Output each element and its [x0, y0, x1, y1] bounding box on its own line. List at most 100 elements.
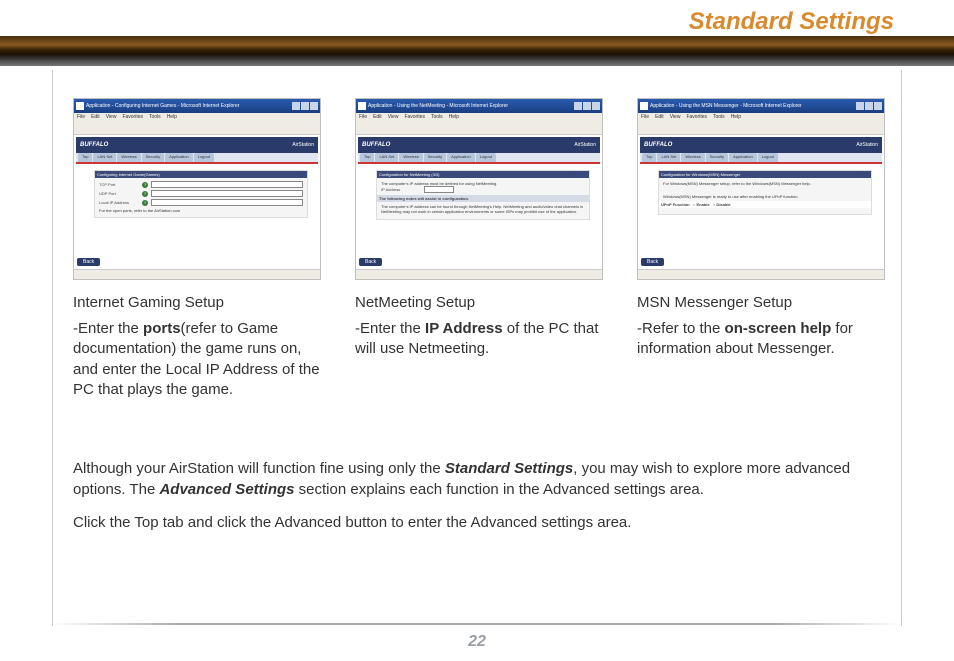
menu-item: File: [359, 114, 367, 122]
desc-text: -Enter the: [73, 320, 143, 337]
tab: Logout: [194, 153, 214, 162]
content-frame: Application - Configuring Internet Games…: [52, 70, 902, 626]
para-bold-italic: Advanced Settings: [159, 481, 294, 498]
column-title: NetMeeting Setup: [355, 294, 603, 311]
paragraph-1: Although your AirStation will function f…: [73, 458, 881, 500]
brand-left: BUFFALO: [80, 142, 108, 148]
tab: Application: [729, 153, 757, 162]
tab: Security: [706, 153, 728, 162]
para-bold-italic: Standard Settings: [445, 460, 573, 477]
config-panel: Configuration for NetMeeting (3/3) The c…: [376, 170, 590, 220]
column-description: -Enter the IP Address of the PC that wil…: [355, 319, 603, 360]
panel-heading: Configuration for Windows(MSN) Messenger: [659, 171, 871, 178]
close-icon: [874, 102, 882, 110]
column-msn-messenger: Application - Using the MSN Messenger - …: [637, 98, 885, 400]
column-description: -Enter the ports(refer to Game documenta…: [73, 319, 321, 400]
brand-right: AirStation: [574, 142, 596, 148]
menu-item: Help: [731, 114, 741, 122]
desc-text: -Enter the: [355, 320, 425, 337]
window-titlebar: Application - Configuring Internet Games…: [74, 99, 320, 113]
browser-menubar: File Edit View Favorites Tools Help: [638, 113, 884, 123]
menu-item: File: [77, 114, 85, 122]
header-gradient-bar: [0, 36, 954, 66]
maximize-icon: [301, 102, 309, 110]
browser-viewport: BUFFALO AirStation Top LAN Set Wireless …: [356, 135, 602, 269]
browser-menubar: File Edit View Favorites Tools Help: [74, 113, 320, 123]
app-tabs: Top LAN Set Wireless Security Applicatio…: [358, 153, 600, 164]
menu-item: Tools: [713, 114, 725, 122]
back-button: Back: [641, 258, 664, 266]
page-title: Standard Settings: [689, 8, 894, 36]
tab: LAN Set: [375, 153, 398, 162]
minimize-icon: [292, 102, 300, 110]
window-title-text: Application - Configuring Internet Games…: [86, 103, 291, 109]
window-titlebar: Application - Using the NetMeeting - Mic…: [356, 99, 602, 113]
menu-item: Edit: [373, 114, 382, 122]
column-internet-gaming: Application - Configuring Internet Games…: [73, 98, 321, 400]
desc-bold: on-screen help: [725, 320, 832, 337]
desc-bold: IP Address: [425, 320, 503, 337]
browser-toolbar: [74, 123, 320, 135]
column-title: MSN Messenger Setup: [637, 294, 885, 311]
tab: Wireless: [681, 153, 704, 162]
browser-toolbar: [356, 123, 602, 135]
screenshot-row: Application - Configuring Internet Games…: [73, 98, 881, 400]
minimize-icon: [856, 102, 864, 110]
menu-item: File: [641, 114, 649, 122]
menu-item: Tools: [149, 114, 161, 122]
panel-heading: Configuration for NetMeeting (3/3): [377, 171, 589, 178]
tab: Application: [165, 153, 193, 162]
tab: Security: [424, 153, 446, 162]
config-panel: Configuration for Windows(MSN) Messenger…: [658, 170, 872, 215]
brand-right: AirStation: [856, 142, 878, 148]
app-icon: [640, 102, 648, 110]
close-icon: [310, 102, 318, 110]
tab: Logout: [476, 153, 496, 162]
page-number: 22: [0, 633, 954, 651]
tab: Logout: [758, 153, 778, 162]
screenshot-msn-messenger: Application - Using the MSN Messenger - …: [637, 98, 885, 280]
desc-bold: ports: [143, 320, 181, 337]
menu-item: Help: [449, 114, 459, 122]
tab: Top: [642, 153, 656, 162]
menu-item: Tools: [431, 114, 443, 122]
browser-viewport: BUFFALO AirStation Top LAN Set Wireless …: [638, 135, 884, 269]
panel-heading: Configuring Internet Game(Games): [95, 171, 307, 178]
close-icon: [592, 102, 600, 110]
panel-body: Configuration for Windows(MSN) Messenger…: [640, 164, 882, 267]
window-title-text: Application - Using the MSN Messenger - …: [650, 103, 855, 109]
menu-item: Favorites: [404, 114, 425, 122]
para-text: Although your AirStation will function f…: [73, 460, 445, 477]
window-title-text: Application - Using the NetMeeting - Mic…: [368, 103, 573, 109]
brand-left: BUFFALO: [362, 142, 390, 148]
panel-body: Configuring Internet Game(Games) TCP Por…: [76, 164, 318, 267]
panel-body: Configuration for NetMeeting (3/3) The c…: [358, 164, 600, 267]
brand-bar: BUFFALO AirStation: [76, 137, 318, 153]
menu-item: Edit: [655, 114, 664, 122]
brand-bar: BUFFALO AirStation: [358, 137, 600, 153]
paragraph-2: Click the Top tab and click the Advanced…: [73, 512, 881, 533]
minimize-icon: [574, 102, 582, 110]
menu-item: Favorites: [686, 114, 707, 122]
browser-menubar: File Edit View Favorites Tools Help: [356, 113, 602, 123]
tab: LAN Set: [657, 153, 680, 162]
menu-item: Edit: [91, 114, 100, 122]
maximize-icon: [583, 102, 591, 110]
app-icon: [76, 102, 84, 110]
menu-item: View: [388, 114, 399, 122]
screenshot-netmeeting: Application - Using the NetMeeting - Mic…: [355, 98, 603, 280]
footer-rule: [52, 623, 902, 625]
menu-item: Favorites: [122, 114, 143, 122]
tab: LAN Set: [93, 153, 116, 162]
brand-bar: BUFFALO AirStation: [640, 137, 882, 153]
brand-right: AirStation: [292, 142, 314, 148]
tab: Top: [78, 153, 92, 162]
brand-left: BUFFALO: [644, 142, 672, 148]
maximize-icon: [865, 102, 873, 110]
back-button: Back: [77, 258, 100, 266]
para-text: section explains each function in the Ad…: [294, 481, 703, 498]
column-netmeeting: Application - Using the NetMeeting - Mic…: [355, 98, 603, 400]
browser-viewport: BUFFALO AirStation Top LAN Set Wireless …: [74, 135, 320, 269]
window-titlebar: Application - Using the MSN Messenger - …: [638, 99, 884, 113]
menu-item: Help: [167, 114, 177, 122]
